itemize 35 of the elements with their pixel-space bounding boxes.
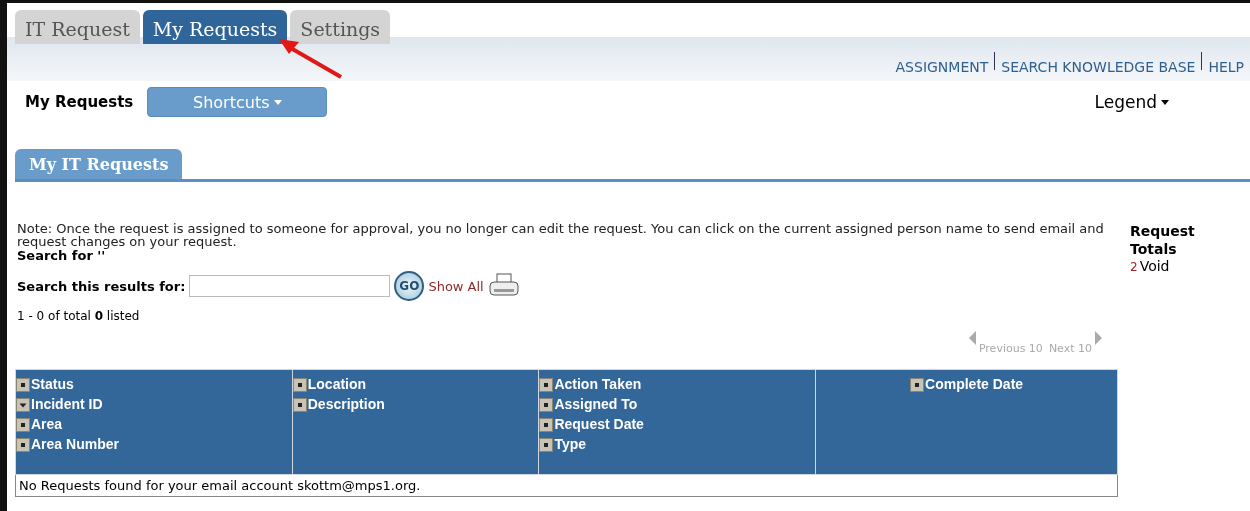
caret-icon [1161,99,1169,105]
column-header[interactable]: Type [539,432,587,452]
column-header[interactable]: Incident ID [16,392,103,412]
search-field[interactable] [189,275,391,297]
note-text: Note: Once the request is assigned to someone for approval, you no longer can edit the request. You can click on the current assigned person name to send email and request changes on your request. [17,222,1105,248]
go-button[interactable]: GO [394,271,425,301]
right-triangle-icon [1094,331,1102,345]
show-all-link[interactable]: Show All [428,278,484,294]
tab[interactable]: Settings [290,10,391,44]
search-for-text: Search for '' [17,248,106,263]
column-header[interactable]: Complete Date [910,372,1024,392]
empty-message: No Requests found for your email account skottm@mps1.org. [15,474,1118,497]
totals-title: Request Totals [1130,222,1196,258]
caret-icon [273,99,282,105]
column-header[interactable]: Request Date [539,412,644,432]
search-label: Search this results for: [17,278,186,294]
column-header[interactable]: Location [292,372,367,392]
column-header[interactable]: Area [16,412,63,432]
nav-link[interactable]: ASSIGNMENT [889,59,995,75]
nav-link[interactable]: HELP [1202,59,1250,75]
result-count: 1 - 0 of total 0 listed [17,309,141,323]
total-count: 2 [1130,260,1138,274]
column-header[interactable]: Area Number [16,432,119,452]
nav-link[interactable]: SEARCH KNOWLEDGE BASE [995,59,1202,75]
total-label[interactable]: Void [1139,258,1170,274]
legend-button[interactable]: Legend [1088,91,1175,113]
tab[interactable]: IT Request [15,10,140,44]
column-header[interactable]: Status [16,372,74,392]
column-header[interactable]: Assigned To [539,392,638,412]
column-header[interactable]: Action Taken [539,372,642,392]
left-triangle-icon [968,331,977,345]
printer-icon[interactable] [487,273,520,299]
tab[interactable]: My Requests [142,10,288,44]
page-title: My Requests [25,93,134,111]
column-header[interactable]: Description [292,392,385,412]
